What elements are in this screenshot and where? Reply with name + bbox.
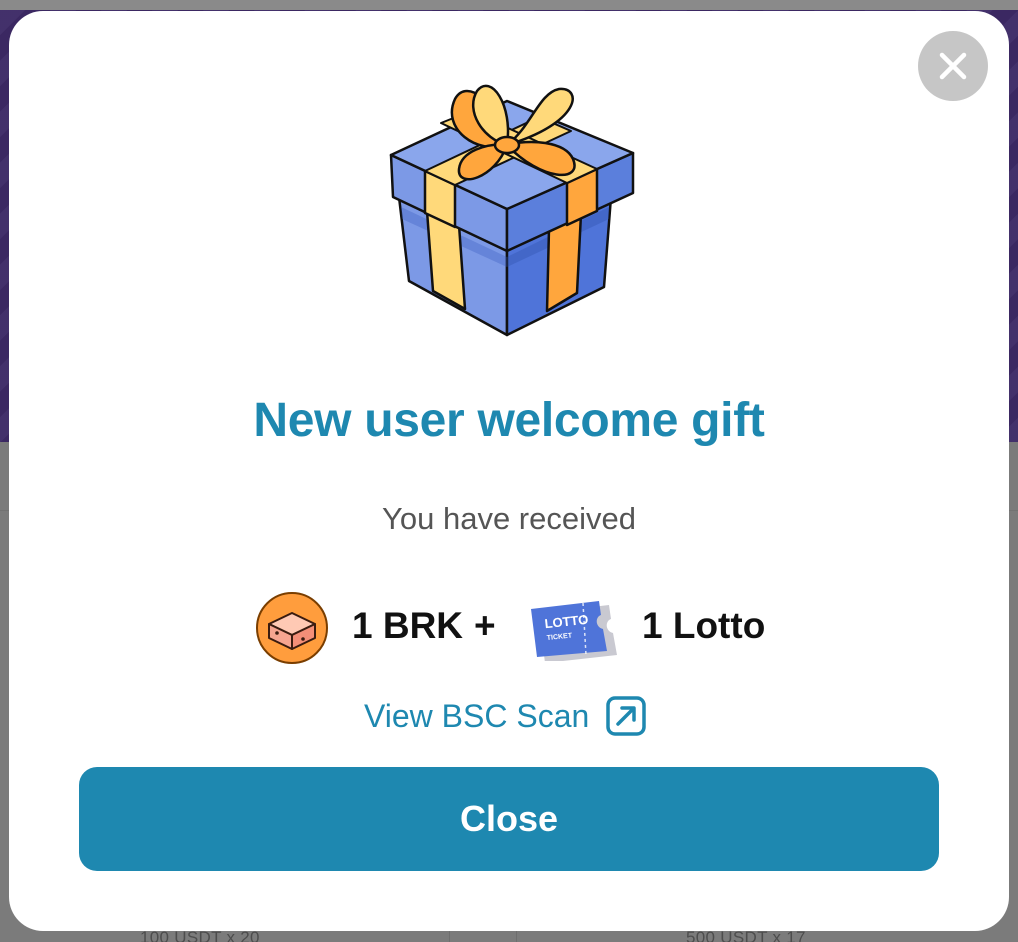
- view-bsc-scan-link[interactable]: View BSC Scan: [364, 693, 647, 739]
- external-link-icon: [606, 696, 647, 736]
- close-x-icon: [939, 52, 967, 80]
- gift-box-icon: [389, 84, 635, 337]
- view-bsc-scan-label: View BSC Scan: [364, 697, 590, 734]
- background-topbar: [0, 0, 1018, 10]
- plus-sign: +: [474, 605, 496, 646]
- welcome-gift-modal: New user welcome gift You have received …: [9, 11, 1009, 931]
- brk-token-icon: [256, 592, 328, 664]
- modal-subtitle: You have received: [382, 501, 636, 536]
- close-button[interactable]: Close: [79, 767, 939, 871]
- reward-row: 1 BRK + LOTTO TICKET 1 Lotto: [9, 591, 1009, 667]
- modal-title: New user welcome gift: [253, 394, 765, 447]
- brk-reward-label: 1 BRK: [352, 605, 464, 646]
- lotto-reward-label: 1 Lotto: [642, 605, 766, 646]
- lotto-ticket-icon: LOTTO TICKET: [531, 601, 617, 661]
- close-modal-button[interactable]: [918, 31, 988, 101]
